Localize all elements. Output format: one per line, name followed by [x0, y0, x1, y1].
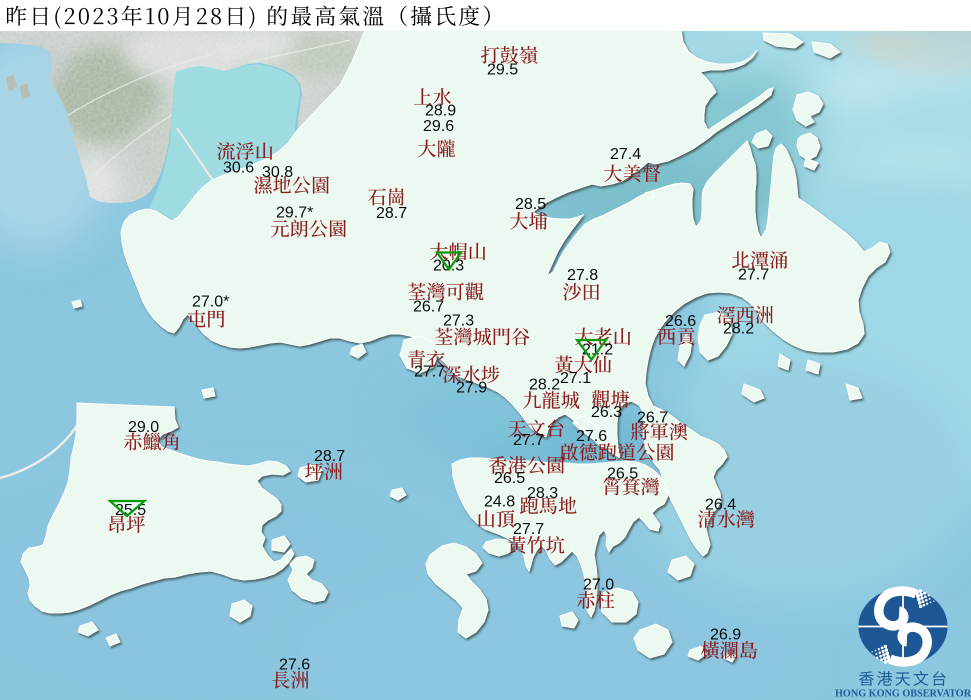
svg-text:28.5: 28.5	[515, 196, 546, 213]
svg-text:27.8: 27.8	[567, 267, 598, 284]
svg-text:20.3: 20.3	[433, 258, 464, 275]
svg-text:30.8: 30.8	[262, 164, 293, 181]
svg-text:30.6: 30.6	[223, 160, 254, 177]
svg-text:27.6: 27.6	[279, 657, 310, 674]
svg-text:27.0: 27.0	[583, 577, 614, 594]
svg-text:27.0*: 27.0*	[192, 294, 229, 311]
svg-text:28.7: 28.7	[314, 448, 345, 465]
svg-text:26.5: 26.5	[494, 470, 525, 487]
svg-text:28.2: 28.2	[723, 321, 754, 338]
svg-text:27.7: 27.7	[513, 521, 544, 538]
svg-text:27.1: 27.1	[560, 370, 591, 387]
svg-text:29.5: 29.5	[487, 62, 518, 79]
svg-text:27.4: 27.4	[610, 146, 641, 163]
svg-text:26.3: 26.3	[591, 404, 622, 421]
svg-text:26.6: 26.6	[665, 313, 696, 330]
svg-text:27.7: 27.7	[513, 432, 544, 449]
svg-text:27.7: 27.7	[414, 364, 445, 381]
svg-text:27.9: 27.9	[456, 380, 487, 397]
svg-text:26.9: 26.9	[710, 627, 741, 644]
svg-text:26.4: 26.4	[705, 497, 736, 514]
svg-text:29.6: 29.6	[423, 118, 454, 135]
svg-text:26.5: 26.5	[607, 466, 638, 483]
svg-text:28.9: 28.9	[425, 103, 456, 120]
svg-text:27.3: 27.3	[443, 313, 474, 330]
svg-text:26.7: 26.7	[637, 410, 668, 427]
svg-text:28.3: 28.3	[527, 485, 558, 502]
svg-text:27.6: 27.6	[576, 428, 607, 445]
svg-text:29.7*: 29.7*	[276, 205, 313, 222]
svg-text:28.2: 28.2	[529, 377, 560, 394]
svg-text:29.0: 29.0	[128, 419, 159, 436]
svg-text:27.7: 27.7	[738, 267, 769, 284]
svg-text:26.7: 26.7	[413, 299, 444, 316]
svg-text:28.7: 28.7	[376, 205, 407, 222]
svg-text:HONG KONG OBSERVATORY: HONG KONG OBSERVATORY	[835, 689, 971, 700]
svg-text:24.8: 24.8	[484, 494, 515, 511]
